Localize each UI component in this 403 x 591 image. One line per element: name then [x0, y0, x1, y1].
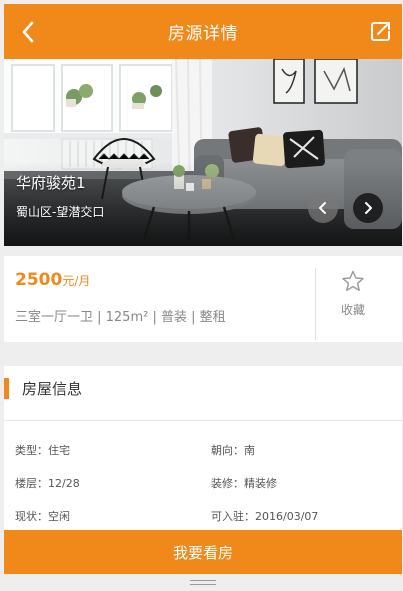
- handle-line: [190, 584, 216, 585]
- info-field-floor: 楼层：12/28: [15, 475, 80, 491]
- field-label: 朝向：: [211, 444, 244, 457]
- share-button[interactable]: [370, 20, 392, 42]
- edit-share-icon: [371, 22, 390, 41]
- section-title: 房屋信息: [22, 380, 83, 398]
- book-viewing-button[interactable]: 我要看房: [4, 530, 402, 574]
- back-button[interactable]: [16, 18, 40, 46]
- chevron-left-icon: [22, 21, 34, 43]
- field-value: 住宅: [48, 444, 70, 457]
- price-unit: 元/月: [62, 274, 91, 288]
- field-label: 装修：: [211, 477, 244, 490]
- info-field-status: 现状：空闲: [15, 508, 70, 524]
- property-photo-carousel[interactable]: 华府骏苑1 蜀山区-望潜交口: [4, 59, 402, 246]
- chevron-right-icon: [365, 202, 372, 214]
- property-location: 蜀山区-望潜交口: [16, 205, 105, 219]
- divider: [315, 268, 316, 340]
- field-value: 12/28: [48, 477, 80, 490]
- field-label: 现状：: [15, 510, 48, 523]
- info-field-move-in: 可入驻：2016/03/07: [211, 508, 318, 524]
- price-value: 2500: [15, 270, 63, 290]
- favorite-button[interactable]: 收藏: [324, 270, 382, 318]
- info-field-type: 类型：住宅: [15, 442, 70, 458]
- carousel-prev-button[interactable]: [308, 193, 338, 223]
- field-value: 空闲: [48, 510, 70, 523]
- property-name: 华府骏苑1: [16, 174, 86, 192]
- field-label: 可入驻：: [211, 510, 255, 523]
- info-field-decoration: 装修：精装修: [211, 475, 277, 491]
- page-title: 房源详情: [168, 24, 238, 44]
- handle-line: [190, 580, 216, 581]
- price-card: 2500元/月 三室一厅一卫 | 125m² | 普装 | 整租 收藏: [4, 256, 402, 342]
- drag-handle-icon[interactable]: [190, 580, 216, 586]
- carousel-next-button[interactable]: [353, 193, 383, 223]
- chevron-left-icon: [319, 202, 326, 214]
- property-spec: 三室一厅一卫 | 125m² | 普装 | 整租: [15, 310, 226, 325]
- app-header: 房源详情: [4, 4, 402, 59]
- field-label: 楼层：: [15, 477, 48, 490]
- field-label: 类型：: [15, 444, 48, 457]
- favorite-label: 收藏: [340, 303, 365, 317]
- rent-price: 2500元/月: [15, 270, 90, 290]
- section-accent-bar: [4, 378, 9, 399]
- field-value: 南: [244, 444, 255, 457]
- field-value: 精装修: [244, 477, 277, 490]
- info-field-orientation: 朝向：南: [211, 442, 255, 458]
- star-outline-icon: [342, 270, 364, 291]
- field-value: 2016/03/07: [255, 510, 319, 523]
- section-header: 房屋信息: [4, 366, 402, 421]
